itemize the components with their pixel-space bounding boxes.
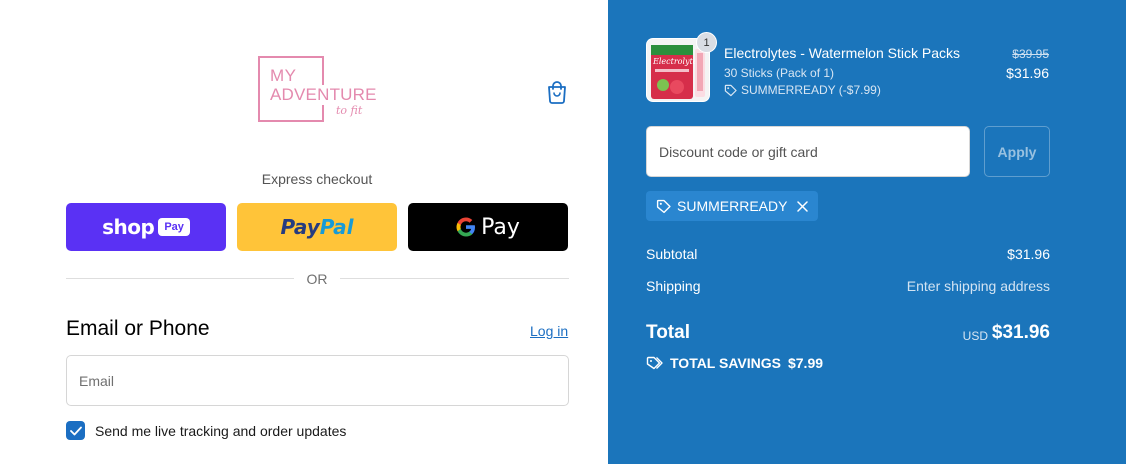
tag-icon	[656, 199, 671, 213]
total-savings-label: TOTAL SAVINGS	[670, 355, 781, 371]
product-price: $31.96	[1006, 65, 1049, 81]
updates-checkbox-label[interactable]: Send me live tracking and order updates	[95, 423, 346, 439]
discount-code-input[interactable]	[646, 126, 970, 177]
total-value: $31.96	[991, 322, 1050, 343]
store-logo[interactable]: MY ADVENTURE to fit	[256, 54, 380, 126]
tags-icon	[646, 356, 663, 369]
logo-tagline: to fit	[336, 104, 363, 117]
applied-discount-chip: SUMMERREADY	[646, 191, 819, 221]
subtotal-label: Subtotal	[646, 246, 698, 262]
shipping-label: Shipping	[646, 278, 701, 294]
product-variant: 30 Sticks (Pack of 1)	[724, 66, 835, 80]
or-divider-right	[340, 278, 569, 279]
shopping-bag-icon[interactable]	[546, 80, 568, 104]
applied-discount-code: SUMMERREADY	[677, 198, 788, 214]
logo-line-1: MY	[270, 66, 297, 85]
product-discount: SUMMERREADY (-$7.99)	[724, 83, 881, 97]
or-divider-label: OR	[306, 271, 328, 287]
total-savings: TOTAL SAVINGS $7.99	[646, 355, 823, 371]
product-name: Electrolytes - Watermelon Stick Packs	[724, 45, 960, 61]
google-pay-button[interactable]: Pay	[408, 203, 568, 251]
quantity-badge: 1	[696, 32, 717, 53]
shop-pay-wordmark: shop	[102, 215, 155, 239]
total-savings-value: $7.99	[787, 355, 824, 371]
shipping-value: Enter shipping address	[906, 278, 1050, 294]
paypal-wordmark: PayPal	[280, 215, 354, 239]
express-checkout-label: Express checkout	[261, 171, 373, 187]
paypal-button[interactable]: PayPal	[237, 203, 397, 251]
subtotal-value: $31.96	[1007, 246, 1050, 262]
apply-discount-button[interactable]: Apply	[984, 126, 1050, 177]
total-currency: USD	[962, 329, 988, 343]
login-link[interactable]: Log in	[530, 323, 568, 339]
close-icon[interactable]	[797, 200, 809, 212]
or-divider-left	[66, 278, 294, 279]
google-g-icon	[456, 217, 476, 237]
product-discount-label: SUMMERREADY (-$7.99)	[741, 83, 881, 97]
contact-heading: Email or Phone	[66, 317, 210, 340]
svg-text:Electrolytes: Electrolytes	[652, 57, 702, 66]
tag-icon	[724, 84, 737, 96]
checkout-main: MY ADVENTURE to fit Express checkout sho…	[0, 0, 608, 464]
checkmark-icon	[69, 426, 82, 435]
total-label: Total	[646, 322, 690, 343]
product-original-price: $39.95	[1012, 47, 1049, 61]
shop-pay-badge: Pay	[158, 218, 190, 236]
updates-checkbox[interactable]	[66, 421, 85, 440]
logo-line-2: ADVENTURE	[270, 85, 379, 105]
google-pay-wordmark: Pay	[456, 215, 520, 240]
google-pay-label: Pay	[481, 214, 520, 240]
email-input[interactable]	[66, 355, 569, 406]
shop-pay-button[interactable]: shop Pay	[66, 203, 226, 251]
